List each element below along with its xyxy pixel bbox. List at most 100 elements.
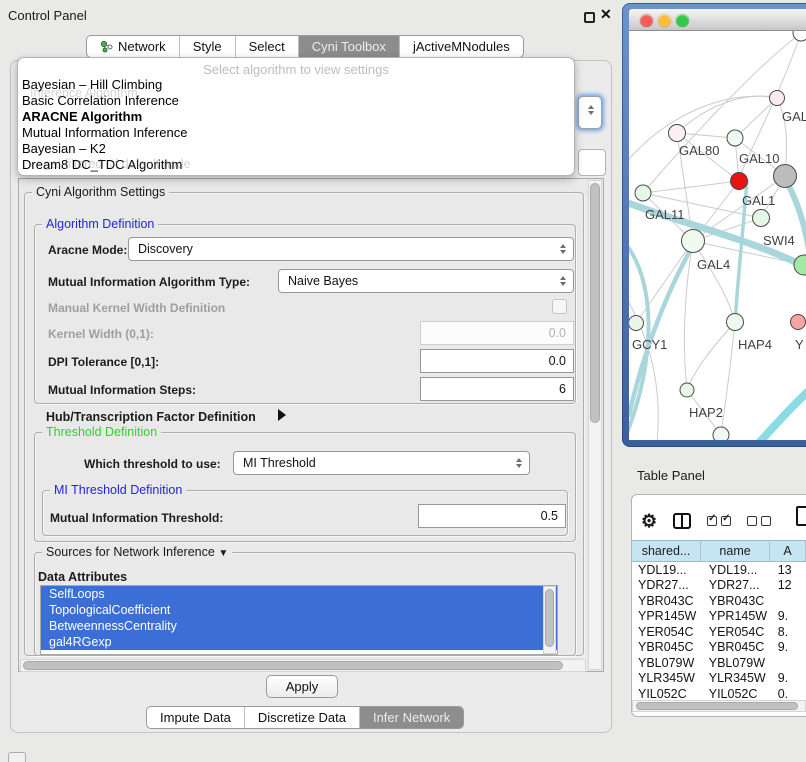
network-node[interactable]: [682, 230, 705, 253]
sources-collapse-arrow-icon[interactable]: ▼: [218, 548, 228, 559]
import-table-icon[interactable]: [796, 506, 806, 531]
tab-network[interactable]: Network: [87, 36, 179, 57]
algorithm-popup-prompt: Select algorithm to view settings: [18, 62, 574, 77]
tab-select[interactable]: Select: [235, 36, 298, 57]
float-panel-icon[interactable]: [584, 12, 595, 23]
table-row[interactable]: YDR27...YDR27...12: [632, 578, 806, 594]
node-label: GCY1: [632, 337, 667, 352]
table-settings-gear-icon[interactable]: ⚙: [641, 512, 657, 530]
algorithm-option[interactable]: ARACNE Algorithm: [18, 109, 574, 125]
table-row[interactable]: YDL19...YDL19...13: [632, 562, 806, 578]
network-node[interactable]: [727, 314, 744, 331]
settings-horizontal-scrollbar[interactable]: [20, 659, 586, 672]
network-node[interactable]: [727, 130, 743, 146]
network-edge[interactable]: [687, 322, 735, 390]
table-cell: YLR345W: [632, 671, 701, 685]
tab-label: jActiveMNodules: [413, 39, 510, 54]
data-attribute-item[interactable]: TopologicalCoefficient: [41, 602, 557, 618]
inference-algorithm-combobox-fragment[interactable]: [578, 96, 602, 129]
mi-steps-field[interactable]: 6: [420, 377, 574, 401]
tab-label: Select: [249, 39, 285, 54]
kernel-width-field[interactable]: 0.0: [420, 321, 574, 345]
mi-type-combobox[interactable]: Naive Bayes: [278, 269, 574, 293]
network-node[interactable]: [669, 125, 686, 142]
network-node[interactable]: [680, 383, 694, 397]
table-row[interactable]: YBR043CYBR043C: [632, 593, 806, 609]
hub-expander-arrow-icon[interactable]: [278, 409, 286, 421]
close-window-icon[interactable]: [640, 14, 653, 27]
table-row[interactable]: YBL079WYBL079W: [632, 655, 806, 671]
table-column-header[interactable]: A: [770, 541, 806, 561]
table-column-header[interactable]: name: [701, 541, 770, 561]
network-selector-fragment[interactable]: [578, 149, 606, 176]
tab-cyni-toolbox[interactable]: Cyni Toolbox: [298, 36, 399, 57]
network-view-window: GALGAL80GAL10GAL1GAL11SWI4GAL4GCY1HAP4YH…: [622, 3, 806, 447]
cyni-bottom-tabs: Impute DataDiscretize DataInfer Network: [146, 706, 464, 729]
table-scrollbar-thumb[interactable]: [636, 702, 798, 710]
deselect-all-icon[interactable]: [747, 516, 771, 526]
network-edge-highlighted[interactable]: [757, 387, 806, 440]
table-row[interactable]: YPR145WYPR145W9.: [632, 609, 806, 625]
network-node[interactable]: [731, 173, 748, 190]
mi-type-value: Naive Bayes: [288, 274, 358, 288]
algorithm-option[interactable]: Dream8 DC_TDC Algorithm: [18, 157, 574, 173]
table-row[interactable]: YER054CYER054C8.: [632, 624, 806, 640]
table-header-row: shared...nameA: [632, 540, 806, 562]
network-node[interactable]: [635, 185, 651, 201]
select-all-icon[interactable]: [707, 516, 731, 526]
combo-stepper-icon: [588, 105, 594, 115]
dpi-tolerance-field[interactable]: 0.0: [420, 349, 574, 373]
network-edge[interactable]: [693, 241, 735, 322]
tab-discretize-data[interactable]: Discretize Data: [244, 707, 359, 728]
network-node[interactable]: [791, 315, 806, 330]
data-attributes-label: Data Attributes: [38, 570, 127, 584]
network-edge[interactable]: [643, 181, 739, 193]
table-column-header[interactable]: shared...: [632, 541, 701, 561]
tab-impute-data[interactable]: Impute Data: [147, 707, 244, 728]
table-rows: YDL19...YDL19...13YDR27...YDR27...12YBR0…: [632, 562, 806, 700]
network-node[interactable]: [770, 91, 785, 106]
tab-jactivemnodules[interactable]: jActiveMNodules: [399, 36, 523, 57]
network-node[interactable]: [753, 210, 770, 227]
settings-vertical-scrollbar[interactable]: [588, 180, 602, 670]
attributes-scrollbar-thumb[interactable]: [545, 589, 554, 647]
algorithm-option[interactable]: Basic Correlation Inference: [18, 93, 574, 109]
network-node[interactable]: [794, 255, 806, 275]
network-edge[interactable]: [735, 98, 777, 138]
algorithm-option[interactable]: Bayesian – Hill Climbing: [18, 77, 574, 93]
mi-threshold-field[interactable]: 0.5: [418, 504, 566, 528]
attributes-vertical-scrollbar[interactable]: [543, 586, 556, 654]
data-attribute-item[interactable]: gal4RGexp: [41, 634, 557, 650]
manual-kernel-checkbox[interactable]: [552, 299, 567, 314]
close-panel-icon[interactable]: ✕: [600, 6, 612, 23]
node-label: GAL: [782, 109, 806, 124]
network-node[interactable]: [629, 316, 644, 331]
data-attribute-item[interactable]: BetweennessCentrality: [41, 618, 557, 634]
network-node[interactable]: [774, 165, 797, 188]
algorithm-option[interactable]: Bayesian – K2: [18, 141, 574, 157]
data-attribute-item[interactable]: SelfLoops: [41, 586, 557, 602]
network-graph[interactable]: GALGAL80GAL10GAL1GAL11SWI4GAL4GCY1HAP4YH…: [629, 31, 806, 440]
network-canvas[interactable]: GALGAL80GAL10GAL1GAL11SWI4GAL4GCY1HAP4YH…: [629, 31, 806, 440]
table-row[interactable]: YBR045CYBR045C9.: [632, 640, 806, 656]
network-window-titlebar[interactable]: [629, 9, 806, 31]
apply-button[interactable]: Apply: [266, 675, 338, 698]
tab-style[interactable]: Style: [179, 36, 235, 57]
zoom-window-icon[interactable]: [676, 14, 689, 27]
aracne-mode-combobox[interactable]: Discovery: [128, 237, 574, 261]
column-visibility-icon[interactable]: [673, 513, 691, 529]
network-edge[interactable]: [719, 322, 735, 440]
network-node[interactable]: [713, 427, 729, 440]
table-cell: YBL079W: [701, 656, 770, 670]
settings-horizontal-scrollbar-thumb[interactable]: [23, 661, 563, 670]
algorithm-option[interactable]: Mutual Information Inference: [18, 125, 574, 141]
network-node[interactable]: [793, 31, 806, 41]
table-row[interactable]: YLR345WYLR345W9.: [632, 671, 806, 687]
table-cell: YPR145W: [632, 609, 701, 623]
table-horizontal-scrollbar[interactable]: [632, 700, 806, 712]
tab-infer-network[interactable]: Infer Network: [359, 707, 463, 728]
which-threshold-combobox[interactable]: MI Threshold: [233, 451, 530, 475]
table-row[interactable]: YIL052CYIL052C0.: [632, 686, 806, 700]
minimize-window-icon[interactable]: [658, 14, 671, 27]
settings-vertical-scrollbar-thumb[interactable]: [590, 183, 600, 423]
